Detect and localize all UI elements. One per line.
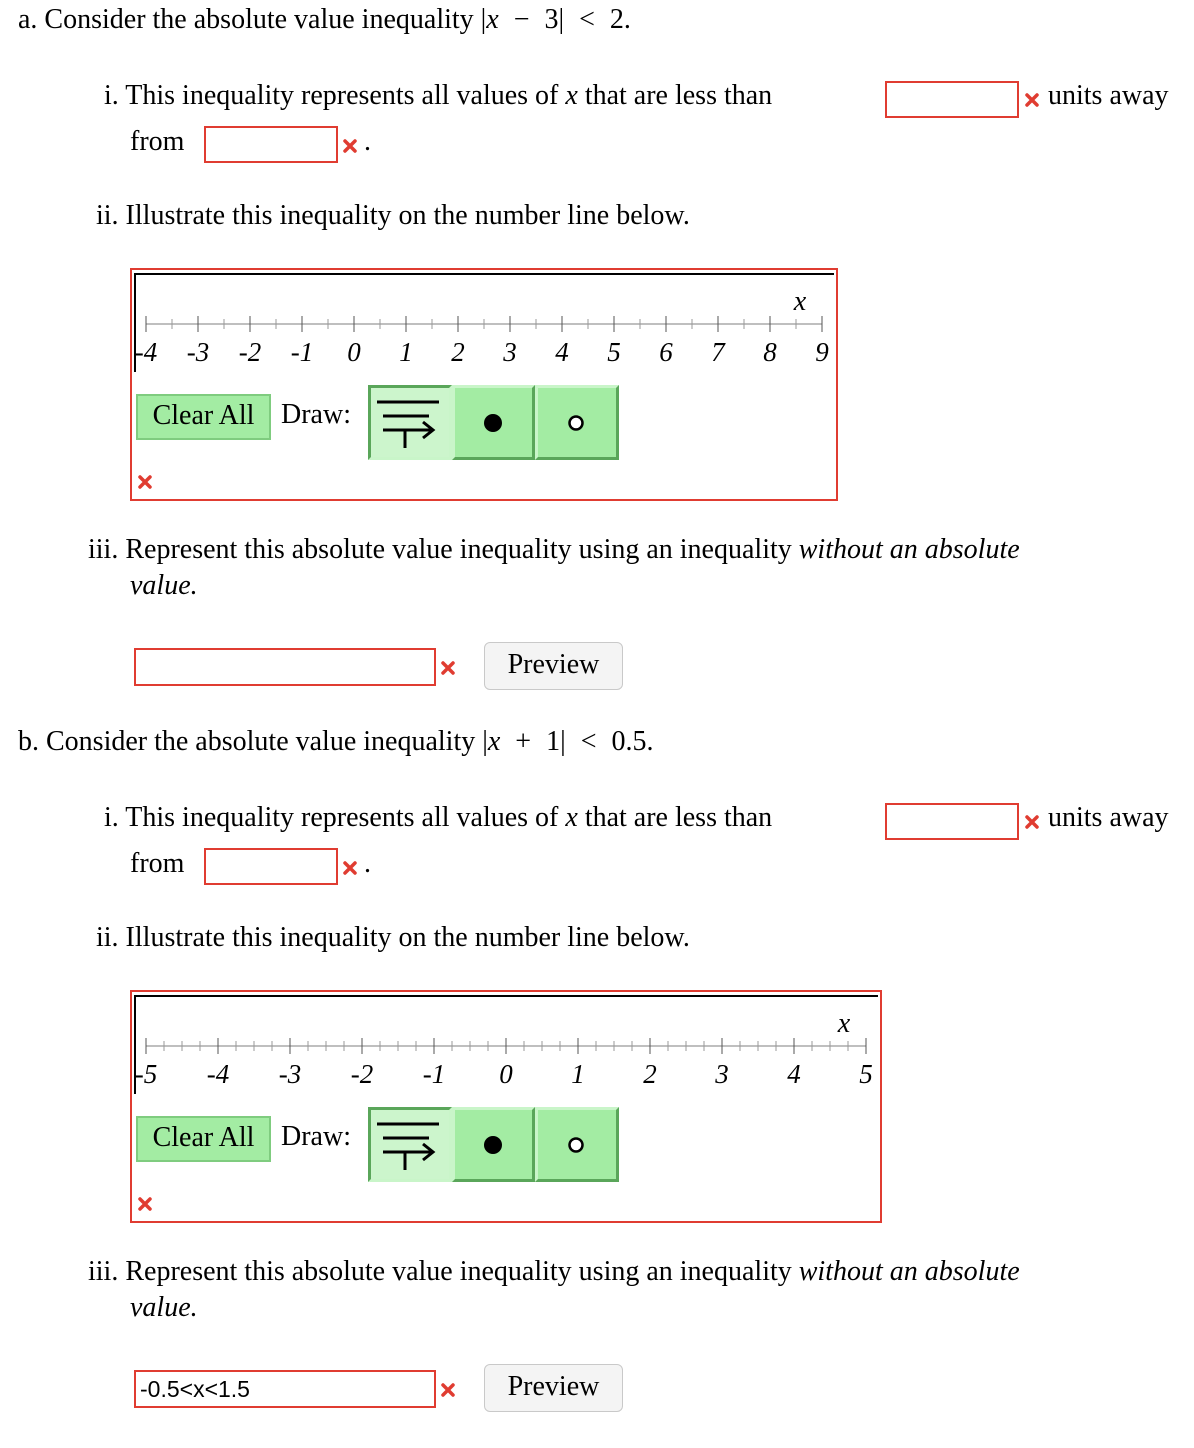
part-a-q3-text: iii. Represent this absolute value inequ… — [88, 534, 1020, 566]
part-a-q3-text-line2: value. — [130, 570, 198, 602]
from-text: from — [130, 848, 185, 879]
tick-label: 8 — [763, 337, 777, 367]
draw-label: Draw: — [281, 399, 351, 430]
axis-label: x — [793, 286, 807, 317]
tick-label: -3 — [279, 1059, 302, 1089]
tick-label: 9 — [815, 337, 829, 367]
q1-text: i. This inequality represents all values… — [104, 80, 566, 111]
axis-label: x — [837, 1008, 851, 1039]
tick-label: 0 — [347, 337, 361, 367]
part-b-heading-text: b. Consider the absolute value inequalit… — [18, 726, 483, 757]
open-point-tool-button[interactable] — [535, 1107, 619, 1182]
incorrect-icon — [138, 1197, 152, 1211]
tick-label: -4 — [207, 1059, 230, 1089]
tick-label: 7 — [711, 337, 726, 367]
tick-label: 5 — [607, 337, 621, 367]
closed-point-icon — [484, 414, 502, 432]
preview-button[interactable]: Preview — [484, 1364, 623, 1412]
draw-label: Draw: — [281, 1121, 351, 1152]
q1-text-mid: that are less than — [577, 80, 773, 111]
part-a-inequality-input[interactable] — [134, 648, 436, 686]
tick-label: -2 — [239, 337, 262, 367]
ray-arrow-icon — [377, 400, 439, 448]
open-point-tool-button[interactable] — [535, 385, 619, 460]
part-b-center-input[interactable] — [204, 848, 338, 885]
incorrect-icon — [343, 861, 357, 875]
preview-button[interactable]: Preview — [484, 642, 623, 690]
part-b-q1-line1: i. This inequality represents all values… — [104, 802, 772, 834]
tick-label: 2 — [451, 337, 465, 367]
part-a-inequality: |x − 3| < 2. — [480, 4, 631, 35]
closed-point-tool-button[interactable] — [452, 385, 535, 460]
part-b-number-line[interactable]: -5 -4 -3 -2 -1 0 1 2 3 4 5x — [134, 994, 878, 1094]
period-text: . — [364, 126, 371, 157]
tick-label: 1 — [399, 337, 413, 367]
tick-label: 5 — [859, 1059, 873, 1089]
clear-all-button[interactable]: Clear All — [136, 1116, 271, 1162]
tick-label: -5 — [135, 1059, 158, 1089]
part-a-q1-line1: i. This inequality represents all values… — [104, 80, 772, 112]
q1-text-mid: that are less than — [577, 802, 773, 833]
q3-text-italic: without an absolute — [798, 1256, 1020, 1287]
tick-label: 0 — [499, 1059, 513, 1089]
closed-point-tool-button[interactable] — [452, 1107, 535, 1182]
tick-label: -4 — [135, 337, 158, 367]
tick-label: 2 — [643, 1059, 657, 1089]
variable-x: x — [565, 80, 578, 111]
ray-tool-button[interactable] — [368, 385, 452, 460]
tick-label: -1 — [291, 337, 314, 367]
part-a-q2-text: ii. Illustrate this inequality on the nu… — [96, 200, 690, 231]
part-a-center-input[interactable] — [204, 126, 338, 163]
tick-label: 4 — [787, 1059, 801, 1089]
part-b-q2-text: ii. Illustrate this inequality on the nu… — [96, 922, 690, 953]
q1-text: i. This inequality represents all values… — [104, 802, 566, 833]
q3-text-line2: value. — [130, 1292, 198, 1323]
units-away-text: units away — [1048, 802, 1169, 833]
incorrect-icon — [441, 1383, 455, 1397]
part-a-heading: a. Consider the absolute value inequalit… — [18, 4, 631, 36]
tick-label: 3 — [502, 337, 517, 367]
part-a-heading-text: a. Consider the absolute value inequalit… — [18, 4, 481, 35]
part-a-number-line[interactable]: -4 -3 -2 -1 0 1 2 3 4 5 6 7 8 9x — [134, 272, 834, 372]
tick-label: -2 — [351, 1059, 374, 1089]
q3-text-line2: value. — [130, 570, 198, 601]
part-b-inequality: |x + 1| < 0.5. — [482, 726, 654, 757]
part-b-inequality-input[interactable] — [134, 1370, 436, 1408]
ray-tool-button[interactable] — [368, 1107, 452, 1182]
closed-point-icon — [484, 1136, 502, 1154]
incorrect-icon — [138, 475, 152, 489]
ray-arrow-icon — [377, 1122, 439, 1170]
open-point-icon — [568, 1137, 584, 1153]
part-a-distance-input[interactable] — [885, 81, 1019, 118]
incorrect-icon — [343, 139, 357, 153]
from-text: from — [130, 126, 185, 157]
incorrect-icon — [441, 661, 455, 675]
units-away-text: units away — [1048, 80, 1169, 111]
tick-label: 3 — [714, 1059, 729, 1089]
part-b-q3-text-line2: value. — [130, 1292, 198, 1324]
open-point-icon — [568, 415, 584, 431]
part-b-distance-input[interactable] — [885, 803, 1019, 840]
tick-label: 4 — [555, 337, 569, 367]
q3-text: iii. Represent this absolute value inequ… — [88, 534, 799, 565]
tick-label: -3 — [187, 337, 210, 367]
incorrect-icon — [1025, 815, 1039, 829]
tick-label: -1 — [423, 1059, 446, 1089]
q3-text-italic: without an absolute — [798, 534, 1020, 565]
clear-all-button[interactable]: Clear All — [136, 394, 271, 440]
tick-label: 1 — [571, 1059, 585, 1089]
variable-x: x — [565, 802, 578, 833]
q3-text: iii. Represent this absolute value inequ… — [88, 1256, 799, 1287]
part-b-q3-text: iii. Represent this absolute value inequ… — [88, 1256, 1020, 1288]
tick-label: 6 — [659, 337, 673, 367]
incorrect-icon — [1024, 92, 1040, 108]
period-text: . — [364, 848, 371, 879]
part-b-heading: b. Consider the absolute value inequalit… — [18, 726, 653, 758]
